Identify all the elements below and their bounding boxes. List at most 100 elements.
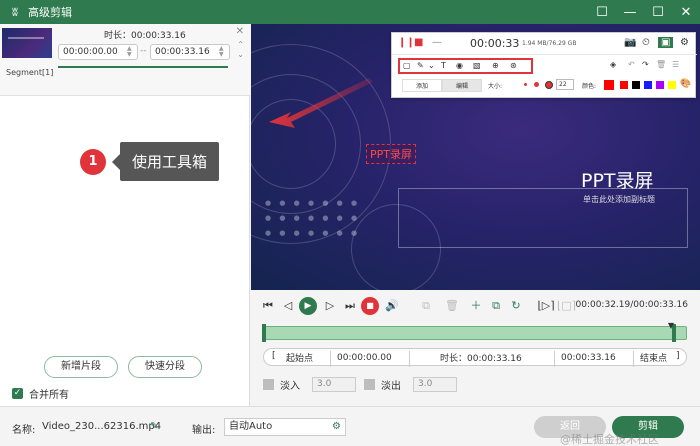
output-settings-gear-icon[interactable]: ⚙: [332, 419, 341, 435]
checkbox-checked-icon[interactable]: ✓: [12, 388, 23, 399]
segment-thumbnail: [2, 28, 52, 58]
fade-row: 淡入 3.0 淡出 3.0: [263, 376, 457, 392]
decor-dots: ● ● ● ● ● ● ●: [265, 199, 361, 207]
fade-in-checkbox[interactable]: [263, 378, 274, 390]
play-icon[interactable]: ▶: [299, 297, 317, 315]
video-preview[interactable]: ● ● ● ● ● ● ● ● ● ● ● ● ● ● ● ● ● ● ● ● …: [251, 24, 700, 290]
eraser-icon[interactable]: ◈: [610, 60, 616, 69]
timeline-start-handle[interactable]: [262, 324, 266, 342]
playback-time: 00:00:32.19/00:00:33.16: [575, 300, 689, 310]
decor-dots: ● ● ● ● ● ● ●: [265, 214, 361, 222]
fade-out-value: 3.0: [418, 378, 433, 389]
color-swatch-yellow[interactable]: [668, 81, 676, 89]
start-time-input[interactable]: 00:00:00.00: [330, 351, 410, 367]
fade-out-input[interactable]: 3.0: [413, 376, 457, 392]
move-down-icon[interactable]: ⌄: [237, 50, 244, 59]
add-segment-button[interactable]: 新增片段: [44, 356, 118, 378]
output-select[interactable]: 自动Auto ⚙: [224, 418, 346, 436]
move-up-icon[interactable]: ⌃: [237, 40, 244, 49]
undo-icon[interactable]: ↶: [628, 60, 635, 69]
zoom-tool-icon[interactable]: ⊕: [492, 61, 499, 70]
mark-in-icon[interactable]: ⌊▷⌉: [537, 297, 555, 315]
minimize-bar-icon[interactable]: —: [432, 37, 442, 48]
trim-row: [ 起始点 00:00:00.00 时长：00:00:33.16 00:00:3…: [263, 348, 687, 367]
minimize-button[interactable]: —: [616, 0, 644, 24]
segment-panel: Segment[1] 时长：00:00:33.16 00:00:00.00 ▲ ▼…: [0, 24, 250, 406]
color-swatch-purple[interactable]: [656, 81, 664, 89]
step-forward-icon[interactable]: ▷: [321, 297, 339, 315]
clear-icon[interactable]: ☰: [672, 60, 679, 69]
copy-clip-icon[interactable]: ⧉: [487, 297, 505, 315]
tab-edit[interactable]: 编辑: [442, 79, 482, 92]
size-label: 大小:: [488, 83, 503, 90]
size-medium-dot[interactable]: [534, 82, 539, 87]
edit-name-icon[interactable]: ✎: [150, 421, 158, 432]
image-tool-icon[interactable]: ▧: [473, 61, 481, 70]
redo-icon[interactable]: ↷: [642, 60, 649, 69]
color-swatch-black[interactable]: [632, 81, 640, 89]
volume-icon[interactable]: 🔊: [383, 297, 401, 315]
dropdown-chevron-icon[interactable]: ⌄: [428, 61, 435, 70]
add-clip-icon[interactable]: ＋: [467, 297, 485, 315]
rectangle-tool-icon[interactable]: ▢: [403, 61, 411, 70]
watermark: @稀土掘金技术社区: [560, 433, 659, 446]
fade-in-input[interactable]: 3.0: [312, 376, 356, 392]
help-icon[interactable]: ☐: [588, 0, 616, 24]
spotlight-tool-icon[interactable]: ⊛: [510, 61, 517, 70]
merge-all-label: 合并所有: [29, 390, 69, 401]
segment-close-icon[interactable]: ✕: [236, 26, 244, 37]
merge-all-checkbox[interactable]: ✓ 合并所有: [12, 386, 69, 401]
size-large-dot[interactable]: [545, 81, 553, 89]
segment-start-value: 00:00:00.00: [63, 47, 118, 57]
fade-out-checkbox[interactable]: [364, 378, 375, 390]
color-label: 颜色:: [582, 83, 597, 90]
camera-icon[interactable]: 📷: [624, 37, 636, 48]
end-point-button[interactable]: 结束点: [640, 351, 667, 364]
output-value: 自动Auto: [229, 421, 273, 432]
fade-in-label: 淡入: [280, 380, 300, 392]
step-back-icon[interactable]: ◁: [279, 297, 297, 315]
color-swatch-selected[interactable]: [604, 80, 614, 90]
mosaic-tool-icon[interactable]: ◉: [456, 61, 463, 70]
skip-end-icon[interactable]: ⏭: [341, 297, 359, 315]
maximize-button[interactable]: ☐: [644, 0, 672, 24]
timeline-track[interactable]: ▼: [262, 321, 687, 342]
toolbox-icon[interactable]: ▣: [658, 37, 674, 48]
start-point-button[interactable]: 起始点: [286, 351, 313, 364]
ppt-red-text-annotation: PPT录屏: [366, 144, 416, 164]
mark-out-icon[interactable]: ⌊□⌉: [557, 297, 576, 315]
text-tool-icon[interactable]: T: [441, 61, 446, 70]
color-palette-icon[interactable]: 🎨: [680, 79, 691, 89]
settings-gear-icon[interactable]: ⚙: [680, 37, 689, 48]
stop-icon[interactable]: ■: [361, 297, 379, 315]
stepper-icon[interactable]: ▲ ▼: [127, 46, 135, 58]
color-swatch-red[interactable]: [620, 81, 628, 89]
stepper-icon[interactable]: ▲ ▼: [219, 46, 227, 58]
stop-record-icon[interactable]: ■: [414, 37, 423, 48]
tab-add[interactable]: 添加: [402, 79, 442, 92]
pen-tool-icon[interactable]: ✎: [417, 61, 424, 70]
quick-split-button[interactable]: 快速分段: [128, 356, 202, 378]
color-swatch-blue[interactable]: [644, 81, 652, 89]
drawing-tools-group: ▢ ✎ ⌄ T ◉ ▧ ⊕ ⊛: [398, 58, 533, 74]
skip-start-icon[interactable]: ⏮: [259, 297, 277, 315]
recording-bar: ❙❙ ■ — 00:00:33 1.94 MB/76.29 GB 📷 ⏲ ▣ ⚙: [392, 33, 697, 55]
clock-icon[interactable]: ⏲: [642, 37, 650, 48]
segment-start-input[interactable]: 00:00:00.00 ▲ ▼: [58, 44, 138, 60]
decor-dots: ● ● ● ● ● ● ●: [265, 229, 361, 237]
size-small-dot[interactable]: [524, 83, 527, 86]
snapshot-icon[interactable]: ⧉: [417, 297, 435, 315]
close-button[interactable]: ✕: [672, 0, 700, 24]
step-number-badge: 1: [80, 148, 106, 175]
name-label: 名称:: [12, 425, 36, 436]
font-size-input[interactable]: 22: [556, 79, 574, 90]
transport-row: ⏮ ◁ ▶ ▷ ⏭ ■ 🔊 ⧉ 🗑 ＋ ⧉ ↻ ⌊▷⌉ ⌊□⌉: [259, 296, 577, 316]
segment-end-input[interactable]: 00:00:33.16 ▲ ▼: [150, 44, 230, 60]
segment-row[interactable]: Segment[1] 时长：00:00:33.16 00:00:00.00 ▲ ▼…: [0, 24, 250, 96]
delete-icon[interactable]: 🗑: [656, 60, 666, 69]
reset-icon[interactable]: ↻: [507, 297, 525, 315]
pause-icon[interactable]: ❙❙: [398, 37, 415, 48]
end-time-input[interactable]: 00:00:33.16: [554, 351, 634, 367]
delete-clip-icon[interactable]: 🗑: [443, 297, 461, 315]
playhead-marker-icon: ▼: [667, 321, 674, 330]
